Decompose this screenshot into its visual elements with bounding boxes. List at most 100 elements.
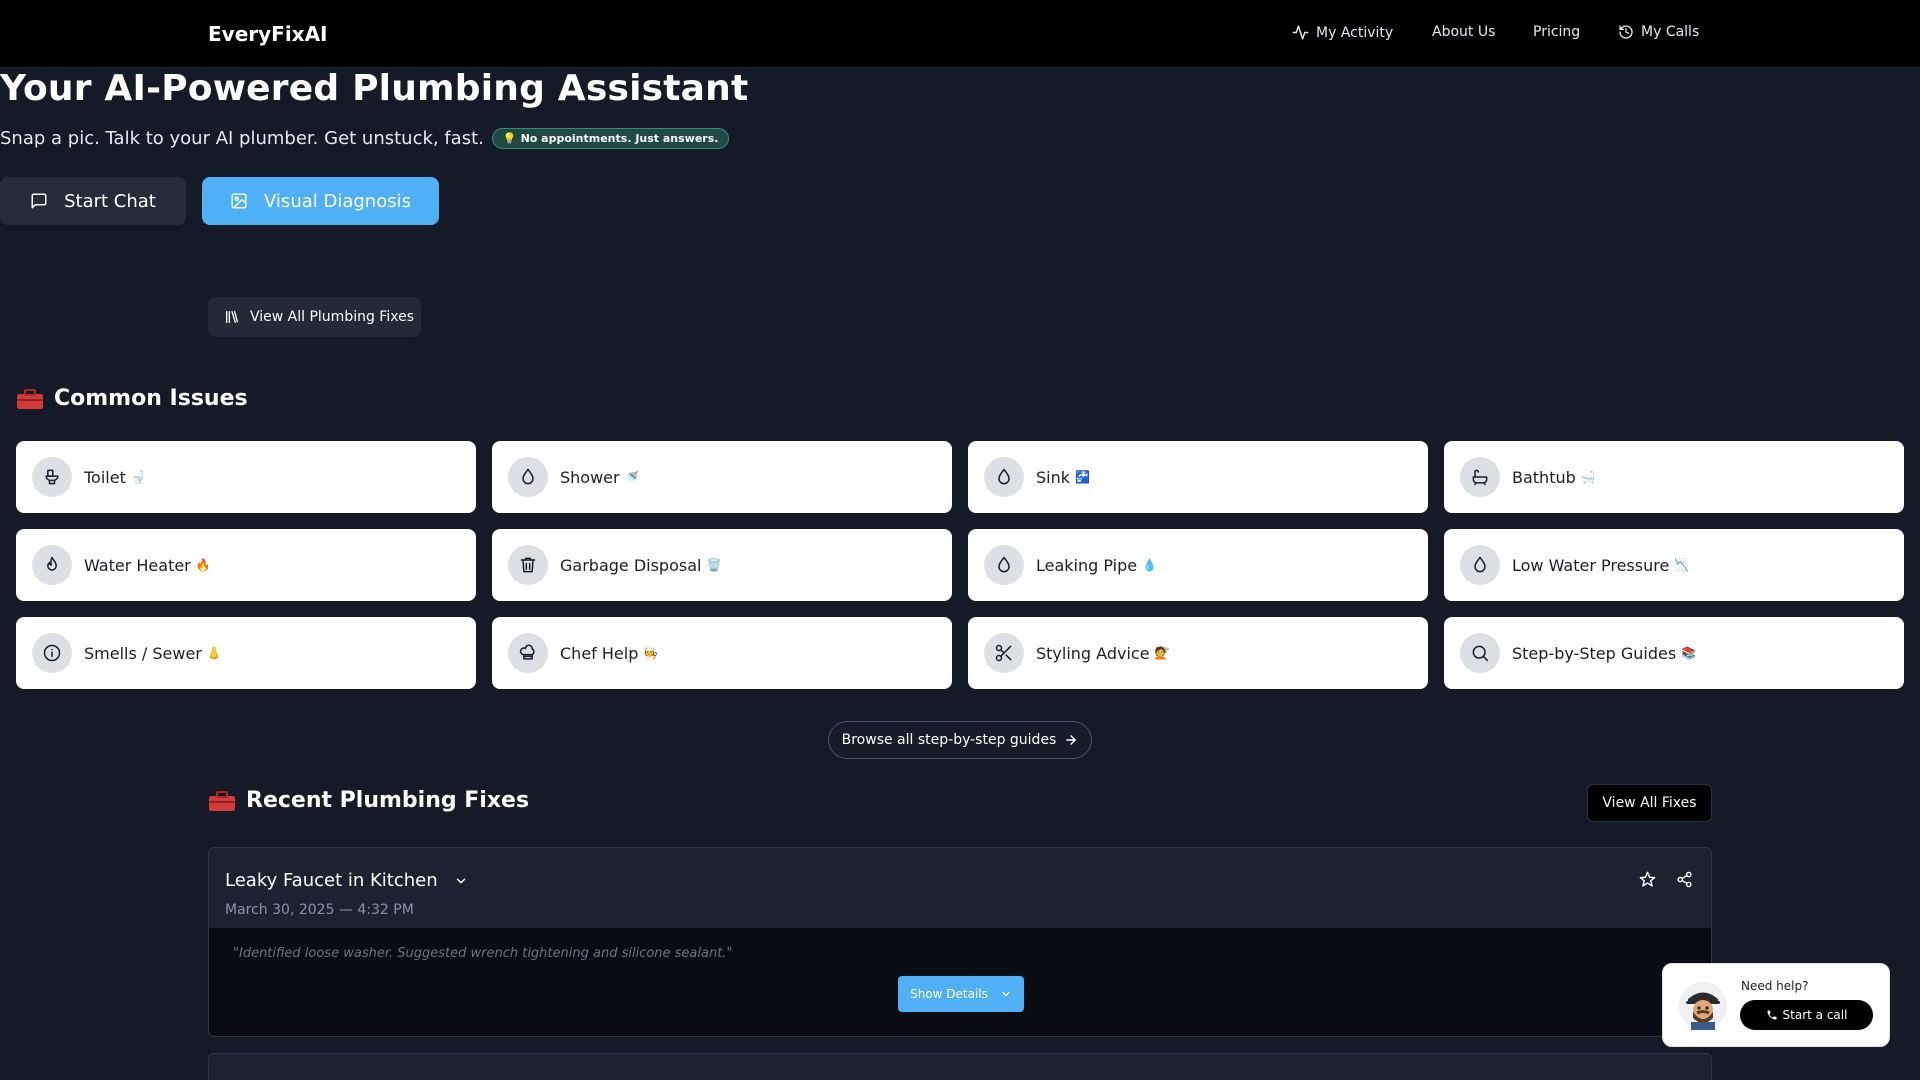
issue-label: Sink 🚰 [1036,468,1090,487]
fix-card: Leaky Faucet in Kitchen March 30, 2025 —… [208,847,1712,1037]
issue-emoji: 📉 [1674,558,1690,572]
search-icon [1460,633,1500,673]
issue-emoji: 🚽 [130,470,146,484]
help-prompt: Need help? [1741,979,1809,993]
issue-card-styling-advice[interactable]: Styling Advice 💇 [968,617,1428,689]
navbar: EveryFixAI My Activity About Us Pricing … [0,0,1920,68]
page-title: Your AI-Powered Plumbing Assistant [0,68,749,109]
issue-card-leaking-pipe[interactable]: Leaking Pipe 💧 [968,529,1428,601]
issue-label: Shower 🚿 [560,468,640,487]
issue-card-water-heater[interactable]: Water Heater 🔥 [16,529,476,601]
brand-logo[interactable]: EveryFixAI [208,22,328,46]
toilet-icon [32,457,72,497]
issue-emoji: 👃 [206,646,222,660]
issue-card-sink[interactable]: Sink 🚰 [968,441,1428,513]
subtitle-text: Snap a pic. Talk to your AI plumber. Get… [0,128,484,149]
droplet-icon [984,457,1024,497]
nav-label: Pricing [1533,24,1581,40]
fix-card [208,1053,1712,1080]
button-label: Start Chat [64,190,156,212]
recent-fixes-heading: Recent Plumbing Fixes [208,788,529,813]
issue-label: Water Heater 🔥 [84,556,211,575]
share-icon[interactable] [1676,871,1693,888]
plumber-avatar [1679,982,1727,1030]
start-call-button[interactable]: Start a call [1740,1000,1873,1030]
toolbox-icon [16,388,44,410]
button-label: Browse all step-by-step guides [841,732,1057,748]
nav-label: My Activity [1316,24,1394,41]
hero-subtitle: Snap a pic. Talk to your AI plumber. Get… [0,128,730,149]
nav-about-us[interactable]: About Us [1432,24,1495,40]
button-label: Start a call [1782,1008,1848,1022]
nav-pricing[interactable]: Pricing [1533,24,1580,40]
issue-card-step-by-step-guides[interactable]: Step-by-Step Guides 📚 [1444,617,1904,689]
badge-text: No appointments. Just answers. [520,132,719,145]
common-issues-heading: Common Issues [16,386,248,411]
chevron-down-icon[interactable] [454,874,468,888]
history-icon [1618,24,1634,40]
issue-emoji: 🚿 [624,470,640,484]
issue-label-text: Step-by-Step Guides [1512,643,1677,663]
star-icon[interactable] [1639,871,1656,888]
fix-card-body: "Identified loose washer. Suggested wren… [209,928,1711,1036]
fix-actions [1639,871,1693,888]
help-widget: Need help? Start a call [1662,963,1890,1047]
issue-label-text: Sink [1036,467,1071,487]
promo-badge: 💡 No appointments. Just answers. [491,128,730,149]
issue-card-chef-help[interactable]: Chef Help 🧑‍🍳 [492,617,952,689]
issue-card-low-water-pressure[interactable]: Low Water Pressure 📉 [1444,529,1904,601]
issue-label: Step-by-Step Guides 📚 [1512,644,1696,663]
visual-diagnosis-button[interactable]: Visual Diagnosis [202,177,439,225]
issue-emoji: 🛁 [1580,470,1596,484]
issue-label: Low Water Pressure 📉 [1512,556,1689,575]
nav-my-activity[interactable]: My Activity [1292,24,1393,41]
issue-emoji: 🗑️ [706,558,722,572]
issue-card-garbage-disposal[interactable]: Garbage Disposal 🗑️ [492,529,952,601]
lightbulb-icon: 💡 [502,132,517,145]
bath-icon [1460,457,1500,497]
issue-emoji: 🧑‍🍳 [643,646,659,660]
phone-icon [1766,1009,1778,1021]
issue-label-text: Chef Help [560,643,639,663]
show-details-button[interactable]: Show Details [898,976,1024,1012]
issue-emoji: 🚰 [1075,470,1090,484]
toolbox-icon [208,790,236,812]
issue-emoji: 💇 [1154,646,1170,660]
issue-label-text: Water Heater [84,555,191,575]
issue-label: Bathtub 🛁 [1512,468,1596,487]
section-title-text: Common Issues [54,386,248,411]
chef-hat-icon [508,633,548,673]
view-all-fixes-button[interactable]: View All Fixes [1587,784,1712,822]
issue-label-text: Low Water Pressure [1512,555,1670,575]
message-square-icon [30,192,48,210]
issue-card-shower[interactable]: Shower 🚿 [492,441,952,513]
issue-label-text: Toilet [84,467,126,487]
issue-label-text: Garbage Disposal [560,555,702,575]
issue-label-text: Styling Advice [1036,643,1150,663]
issue-card-toilet[interactable]: Toilet 🚽 [16,441,476,513]
flame-icon [32,545,72,585]
fix-card-header[interactable]: Leaky Faucet in Kitchen March 30, 2025 —… [209,848,1711,928]
view-all-plumbing-fixes-button[interactable]: View All Plumbing Fixes [208,297,421,337]
issue-card-smells-sewer[interactable]: Smells / Sewer 👃 [16,617,476,689]
nav-my-calls[interactable]: My Calls [1618,24,1699,40]
activity-icon [1292,24,1309,41]
button-label: Visual Diagnosis [264,190,411,212]
arrow-right-icon [1064,733,1078,747]
issue-emoji: 🔥 [195,558,211,572]
trash-icon [508,545,548,585]
issue-label: Styling Advice 💇 [1036,644,1170,663]
issue-emoji: 📚 [1681,646,1697,660]
issue-emoji: 💧 [1142,558,1158,572]
droplet-icon [984,545,1024,585]
issue-label-text: Smells / Sewer [84,643,202,663]
fix-title[interactable]: Leaky Faucet in Kitchen [225,870,468,891]
nav-label: About Us [1432,24,1496,40]
start-chat-button[interactable]: Start Chat [0,177,186,225]
issue-card-bathtub[interactable]: Bathtub 🛁 [1444,441,1904,513]
nav-label: My Calls [1641,24,1700,40]
info-icon [32,633,72,673]
issue-label: Leaking Pipe 💧 [1036,556,1157,575]
browse-guides-button[interactable]: Browse all step-by-step guides [828,721,1092,759]
issue-label-text: Leaking Pipe [1036,555,1138,575]
